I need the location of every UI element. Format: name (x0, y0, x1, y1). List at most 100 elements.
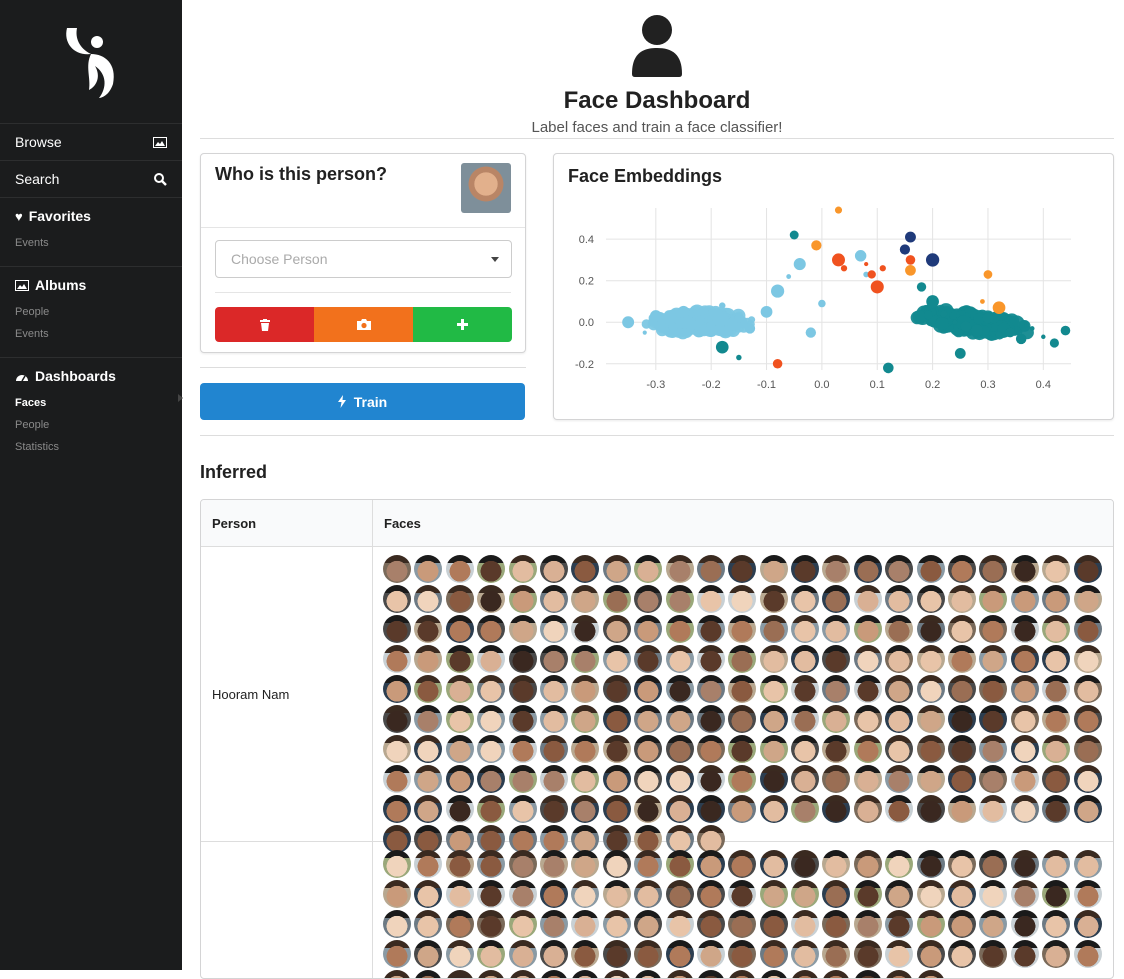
face-thumbnail[interactable] (1073, 615, 1102, 643)
face-thumbnail[interactable] (602, 585, 631, 613)
face-thumbnail[interactable] (1042, 735, 1071, 763)
face-thumbnail[interactable] (1010, 585, 1039, 613)
face-thumbnail[interactable] (383, 765, 411, 793)
face-thumbnail[interactable] (1042, 585, 1071, 613)
face-thumbnail[interactable] (571, 795, 600, 823)
face-thumbnail[interactable] (1073, 555, 1102, 583)
face-thumbnail[interactable] (1073, 795, 1102, 823)
face-thumbnail[interactable] (853, 705, 882, 733)
face-thumbnail[interactable] (634, 585, 663, 613)
face-thumbnail[interactable] (1073, 765, 1102, 793)
face-thumbnail[interactable] (1042, 910, 1071, 938)
set-profile-photo-button[interactable] (314, 307, 413, 342)
face-thumbnail[interactable] (853, 940, 882, 968)
face-thumbnail[interactable] (916, 735, 945, 763)
face-thumbnail[interactable] (885, 850, 914, 878)
face-thumbnail[interactable] (383, 970, 411, 978)
face-thumbnail[interactable] (728, 615, 757, 643)
face-thumbnail[interactable] (445, 850, 474, 878)
face-thumbnail[interactable] (445, 910, 474, 938)
face-thumbnail[interactable] (414, 880, 443, 908)
face-thumbnail[interactable] (414, 850, 443, 878)
face-thumbnail[interactable] (822, 585, 851, 613)
face-thumbnail[interactable] (539, 795, 568, 823)
face-thumbnail[interactable] (508, 705, 537, 733)
face-thumbnail[interactable] (916, 795, 945, 823)
face-thumbnail[interactable] (916, 850, 945, 878)
face-thumbnail[interactable] (979, 705, 1008, 733)
face-thumbnail[interactable] (885, 615, 914, 643)
face-thumbnail[interactable] (665, 765, 694, 793)
face-thumbnail[interactable] (1010, 615, 1039, 643)
face-thumbnail[interactable] (1073, 645, 1102, 673)
face-thumbnail[interactable] (885, 910, 914, 938)
face-thumbnail[interactable] (602, 910, 631, 938)
face-thumbnail[interactable] (571, 645, 600, 673)
face-thumbnail[interactable] (759, 765, 788, 793)
face-thumbnail[interactable] (571, 850, 600, 878)
face-thumbnail[interactable] (979, 675, 1008, 703)
face-thumbnail[interactable] (602, 970, 631, 978)
sidebar-item-albums-events[interactable]: Events (15, 323, 167, 345)
face-thumbnail[interactable] (1010, 675, 1039, 703)
face-thumbnail[interactable] (665, 585, 694, 613)
face-thumbnail[interactable] (728, 585, 757, 613)
face-thumbnail[interactable] (445, 765, 474, 793)
face-thumbnail[interactable] (885, 675, 914, 703)
face-thumbnail[interactable] (539, 555, 568, 583)
face-thumbnail[interactable] (571, 555, 600, 583)
face-thumbnail[interactable] (539, 850, 568, 878)
face-thumbnail[interactable] (979, 850, 1008, 878)
face-thumbnail[interactable] (791, 615, 820, 643)
face-thumbnail[interactable] (1010, 645, 1039, 673)
face-thumbnail[interactable] (728, 675, 757, 703)
face-thumbnail[interactable] (948, 940, 977, 968)
face-thumbnail[interactable] (791, 940, 820, 968)
face-thumbnail[interactable] (822, 615, 851, 643)
face-thumbnail[interactable] (602, 705, 631, 733)
face-thumbnail[interactable] (853, 735, 882, 763)
face-thumbnail[interactable] (508, 940, 537, 968)
face-thumbnail[interactable] (822, 735, 851, 763)
face-thumbnail[interactable] (948, 850, 977, 878)
face-thumbnail[interactable] (979, 585, 1008, 613)
face-thumbnail[interactable] (383, 645, 411, 673)
face-thumbnail[interactable] (885, 645, 914, 673)
face-thumbnail[interactable] (728, 735, 757, 763)
face-thumbnail[interactable] (853, 795, 882, 823)
face-thumbnail[interactable] (822, 705, 851, 733)
face-thumbnail[interactable] (979, 765, 1008, 793)
face-thumbnail[interactable] (539, 970, 568, 978)
face-thumbnail[interactable] (885, 705, 914, 733)
face-thumbnail[interactable] (728, 645, 757, 673)
face-thumbnail[interactable] (853, 585, 882, 613)
face-thumbnail[interactable] (445, 705, 474, 733)
face-thumbnail[interactable] (665, 675, 694, 703)
face-thumbnail[interactable] (1010, 910, 1039, 938)
face-thumbnail[interactable] (853, 970, 882, 978)
face-thumbnail[interactable] (791, 735, 820, 763)
face-thumbnail[interactable] (571, 765, 600, 793)
face-thumbnail[interactable] (853, 555, 882, 583)
face-thumbnail[interactable] (445, 675, 474, 703)
face-thumbnail[interactable] (508, 880, 537, 908)
face-thumbnail[interactable] (728, 795, 757, 823)
face-thumbnail[interactable] (539, 585, 568, 613)
face-thumbnail[interactable] (477, 765, 506, 793)
face-thumbnail[interactable] (759, 880, 788, 908)
face-thumbnail[interactable] (822, 880, 851, 908)
face-thumbnail[interactable] (791, 675, 820, 703)
face-thumbnail[interactable] (1073, 585, 1102, 613)
face-thumbnail[interactable] (822, 940, 851, 968)
face-thumbnail[interactable] (477, 850, 506, 878)
face-thumbnail[interactable] (445, 970, 474, 978)
face-thumbnail[interactable] (571, 585, 600, 613)
face-thumbnail[interactable] (759, 910, 788, 938)
face-thumbnail[interactable] (665, 615, 694, 643)
face-thumbnail[interactable] (948, 765, 977, 793)
face-thumbnail[interactable] (571, 940, 600, 968)
face-thumbnail[interactable] (916, 940, 945, 968)
face-thumbnail[interactable] (791, 705, 820, 733)
face-thumbnail[interactable] (602, 795, 631, 823)
face-thumbnail[interactable] (571, 880, 600, 908)
